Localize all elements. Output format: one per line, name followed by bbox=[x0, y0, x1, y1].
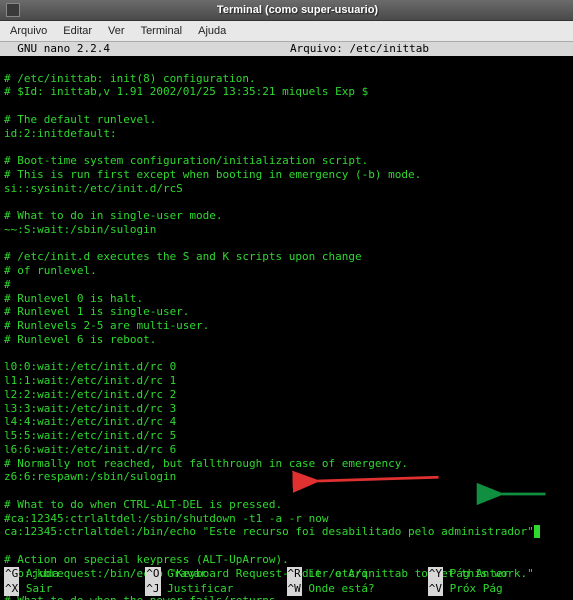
file-line: id:2:initdefault: bbox=[4, 127, 569, 141]
menu-arquivo[interactable]: Arquivo bbox=[4, 23, 53, 39]
help-label: Ler o Arq bbox=[302, 567, 368, 581]
file-line: # of runlevel. bbox=[4, 264, 569, 278]
file-line: si::sysinit:/etc/init.d/rcS bbox=[4, 182, 569, 196]
help-item: ^J Justificar bbox=[145, 582, 286, 596]
file-line: z6:6:respawn:/sbin/sulogin bbox=[4, 470, 569, 484]
text-cursor bbox=[534, 525, 541, 538]
nano-statusbar: GNU nano 2.2.4 Arquivo: /etc/inittab bbox=[0, 42, 573, 56]
menu-terminal[interactable]: Terminal bbox=[135, 23, 189, 39]
file-line: # Runlevel 1 is single-user. bbox=[4, 305, 569, 319]
file-line bbox=[4, 195, 569, 209]
help-key: ^O bbox=[145, 567, 160, 581]
help-item: ^Y Pág Anter bbox=[428, 567, 569, 581]
app-icon bbox=[6, 3, 20, 17]
menu-ajuda[interactable]: Ajuda bbox=[192, 23, 232, 39]
help-item: ^V Próx Pág bbox=[428, 582, 569, 596]
file-line: # Runlevels 2-5 are multi-user. bbox=[4, 319, 569, 333]
file-line: # bbox=[4, 278, 569, 292]
file-line: l4:4:wait:/etc/init.d/rc 4 bbox=[4, 415, 569, 429]
file-line bbox=[4, 539, 569, 553]
menubar: Arquivo Editar Ver Terminal Ajuda bbox=[0, 21, 573, 42]
file-line: # This is run first except when booting … bbox=[4, 168, 569, 182]
file-line: # What to do in single-user mode. bbox=[4, 209, 569, 223]
help-item: ^G Ajuda bbox=[4, 567, 145, 581]
file-line bbox=[4, 484, 569, 498]
terminal-window: Terminal (como super-usuario) Arquivo Ed… bbox=[0, 0, 573, 600]
file-line: # Normally not reached, but fallthrough … bbox=[4, 457, 569, 471]
nano-filename: Arquivo: /etc/inittab bbox=[110, 42, 569, 56]
nano-version: GNU nano 2.2.4 bbox=[4, 42, 110, 56]
help-label: Justificar bbox=[161, 582, 234, 596]
file-line: # $Id: inittab,v 1.91 2002/01/25 13:35:2… bbox=[4, 85, 569, 99]
file-line: #ca:12345:ctrlaltdel:/sbin/shutdown -t1 … bbox=[4, 512, 569, 526]
help-item: ^X Sair bbox=[4, 582, 145, 596]
file-line bbox=[4, 237, 569, 251]
file-line: ~~:S:wait:/sbin/sulogin bbox=[4, 223, 569, 237]
file-line: l3:3:wait:/etc/init.d/rc 3 bbox=[4, 402, 569, 416]
window-title: Terminal (como super-usuario) bbox=[28, 4, 567, 16]
file-line: # Action on special keypress (ALT-UpArro… bbox=[4, 553, 569, 567]
help-key: ^W bbox=[287, 582, 302, 596]
help-item: ^O Gravar bbox=[145, 567, 286, 581]
file-content[interactable]: # /etc/inittab: init(8) configuration.# … bbox=[0, 56, 573, 600]
help-key: ^Y bbox=[428, 567, 443, 581]
file-line: l1:1:wait:/etc/init.d/rc 1 bbox=[4, 374, 569, 388]
help-key: ^X bbox=[4, 582, 19, 596]
help-label: Próx Pág bbox=[443, 582, 503, 596]
help-item: ^W Onde está? bbox=[287, 582, 428, 596]
file-line: l2:2:wait:/etc/init.d/rc 2 bbox=[4, 388, 569, 402]
file-line: ca:12345:ctrlaltdel:/bin/echo "Este recu… bbox=[4, 525, 569, 539]
help-key: ^R bbox=[287, 567, 302, 581]
file-line bbox=[4, 347, 569, 361]
file-line: # The default runlevel. bbox=[4, 113, 569, 127]
help-label: Gravar bbox=[161, 567, 207, 581]
file-line: # /etc/init.d executes the S and K scrip… bbox=[4, 250, 569, 264]
help-key: ^J bbox=[145, 582, 160, 596]
help-label: Sair bbox=[19, 582, 52, 596]
nano-helpbar: ^G Ajuda^O Gravar^R Ler o Arq^Y Pág Ante… bbox=[0, 567, 573, 596]
file-line: l5:5:wait:/etc/init.d/rc 5 bbox=[4, 429, 569, 443]
help-label: Ajuda bbox=[19, 567, 59, 581]
file-line bbox=[4, 99, 569, 113]
help-item: ^R Ler o Arq bbox=[287, 567, 428, 581]
help-key: ^G bbox=[4, 567, 19, 581]
help-key: ^V bbox=[428, 582, 443, 596]
file-line: l0:0:wait:/etc/init.d/rc 0 bbox=[4, 360, 569, 374]
file-line: # What to do when CTRL-ALT-DEL is presse… bbox=[4, 498, 569, 512]
menu-editar[interactable]: Editar bbox=[57, 23, 98, 39]
file-line bbox=[4, 140, 569, 154]
file-line: # Boot-time system configuration/initial… bbox=[4, 154, 569, 168]
file-line: # /etc/inittab: init(8) configuration. bbox=[4, 72, 569, 86]
help-label: Pág Anter bbox=[443, 567, 509, 581]
file-line bbox=[4, 58, 569, 72]
menu-ver[interactable]: Ver bbox=[102, 23, 131, 39]
file-line: # Runlevel 0 is halt. bbox=[4, 292, 569, 306]
terminal-area[interactable]: GNU nano 2.2.4 Arquivo: /etc/inittab # /… bbox=[0, 42, 573, 600]
file-line: # Runlevel 6 is reboot. bbox=[4, 333, 569, 347]
file-line: l6:6:wait:/etc/init.d/rc 6 bbox=[4, 443, 569, 457]
help-label: Onde está? bbox=[302, 582, 375, 596]
titlebar[interactable]: Terminal (como super-usuario) bbox=[0, 0, 573, 21]
